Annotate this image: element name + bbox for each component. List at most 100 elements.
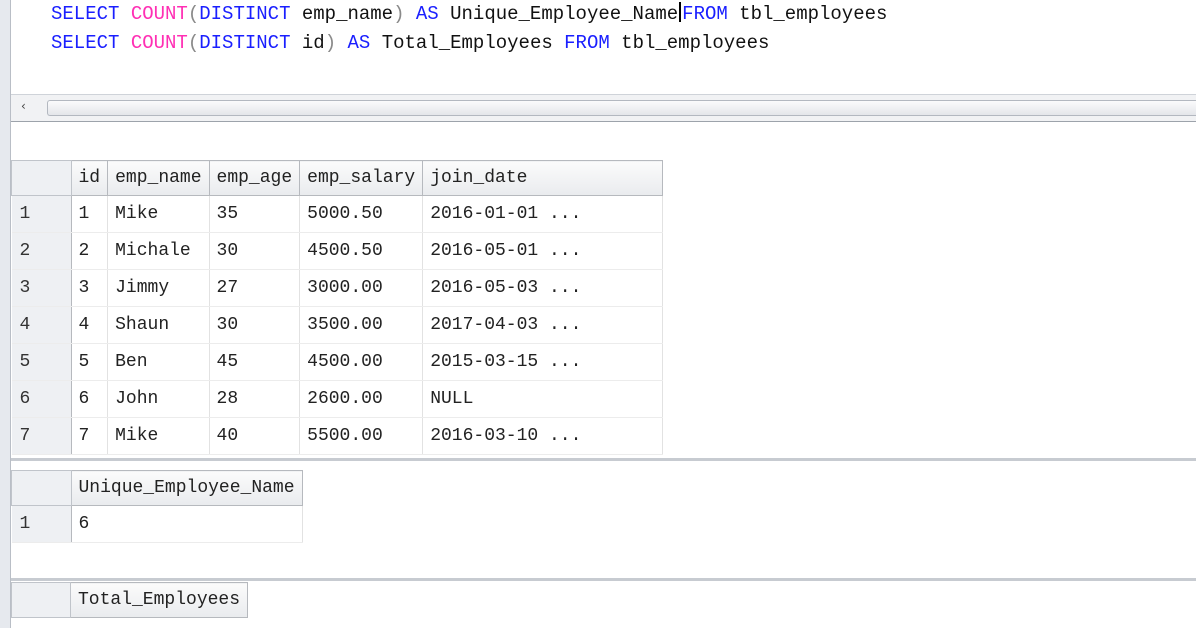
- row-number[interactable]: 1: [11, 195, 72, 233]
- table-row[interactable]: 5 5 Ben 45 4500.00 2015-03-15 ...: [11, 343, 664, 381]
- cell-emp-salary[interactable]: 2600.00: [299, 380, 424, 418]
- corner-cell[interactable]: [11, 582, 71, 618]
- open-paren: (: [187, 3, 200, 25]
- table-row[interactable]: 1 1 Mike 35 5000.50 2016-01-01 ...: [11, 195, 664, 233]
- row-number[interactable]: 2: [11, 232, 72, 270]
- cell-join-date[interactable]: 2016-01-01 ...: [422, 195, 664, 233]
- header-row: id emp_name emp_age emp_salary join_date: [11, 160, 664, 196]
- cell-emp-name[interactable]: Michale: [107, 232, 210, 270]
- corner-cell[interactable]: [11, 160, 72, 196]
- column-header-id[interactable]: id: [70, 160, 109, 196]
- row-number[interactable]: 3: [11, 269, 72, 307]
- cell-emp-age[interactable]: 30: [209, 232, 301, 270]
- grid-splitter[interactable]: [11, 578, 1196, 581]
- result-grid-employees: id emp_name emp_age emp_salary join_date…: [11, 160, 1196, 462]
- cell-unique-employee-name[interactable]: 6: [71, 505, 303, 543]
- row-number[interactable]: 5: [11, 343, 72, 381]
- result-grid-unique-names: Unique_Employee_Name 1 6: [11, 470, 1196, 550]
- column-header-join-date[interactable]: join_date: [422, 160, 664, 196]
- cell-emp-salary[interactable]: 5000.50: [299, 195, 424, 233]
- cell-emp-age[interactable]: 35: [209, 195, 301, 233]
- column-header-total-employees[interactable]: Total_Employees: [69, 582, 249, 618]
- keyword-from: FROM: [564, 32, 610, 54]
- open-paren: (: [187, 32, 200, 54]
- cell-emp-name[interactable]: Shaun: [107, 306, 210, 344]
- query-editor[interactable]: SELECT COUNT(DISTINCT emp_name) AS Uniqu…: [11, 0, 1196, 94]
- grid-splitter[interactable]: [11, 458, 1196, 461]
- result-table-unique-names: Unique_Employee_Name 1 6: [11, 470, 303, 543]
- cell-emp-salary[interactable]: 5500.00: [299, 417, 424, 455]
- table-name: tbl_employees: [727, 3, 888, 25]
- table-row[interactable]: 6 6 John 28 2600.00 NULL: [11, 380, 664, 418]
- keyword-as: AS: [347, 32, 371, 54]
- cell-id[interactable]: 5: [71, 343, 109, 381]
- keyword-from: FROM: [682, 3, 728, 25]
- cell-emp-age[interactable]: 40: [209, 417, 301, 455]
- keyword-select: SELECT: [51, 3, 120, 25]
- close-paren: ): [324, 32, 337, 54]
- header-row: Total_Employees: [11, 582, 249, 618]
- cell-id[interactable]: 7: [71, 417, 109, 455]
- cell-id[interactable]: 2: [71, 232, 109, 270]
- editor-margin: [0, 0, 11, 628]
- cell-id[interactable]: 1: [71, 195, 109, 233]
- scrollbar-thumb[interactable]: [47, 100, 1196, 116]
- row-number[interactable]: 6: [11, 380, 72, 418]
- table-row[interactable]: 7 7 Mike 40 5500.00 2016-03-10 ...: [11, 417, 664, 455]
- result-table-employees: id emp_name emp_age emp_salary join_date…: [11, 160, 664, 455]
- cell-emp-salary[interactable]: 4500.00: [299, 343, 424, 381]
- cell-join-date[interactable]: 2016-03-10 ...: [422, 417, 664, 455]
- text-caret: [679, 2, 682, 22]
- horizontal-scrollbar[interactable]: ‹: [11, 94, 1196, 122]
- cell-id[interactable]: 3: [71, 269, 109, 307]
- table-row[interactable]: 1 6: [11, 505, 303, 543]
- results-pane: id emp_name emp_age emp_salary join_date…: [11, 122, 1196, 628]
- column-name: emp_name: [290, 3, 394, 25]
- table-row[interactable]: 2 2 Michale 30 4500.50 2016-05-01 ...: [11, 232, 664, 270]
- cell-emp-name[interactable]: Mike: [107, 195, 210, 233]
- cell-emp-salary[interactable]: 3000.00: [299, 269, 424, 307]
- result-grid-total-employees: Total_Employees: [11, 582, 1196, 628]
- row-number[interactable]: 4: [11, 306, 72, 344]
- cell-join-date[interactable]: 2017-04-03 ...: [422, 306, 664, 344]
- column-header-emp-name[interactable]: emp_name: [107, 160, 210, 196]
- column-header-emp-salary[interactable]: emp_salary: [299, 160, 424, 196]
- keyword-distinct: DISTINCT: [199, 32, 291, 54]
- row-number[interactable]: 7: [11, 417, 72, 455]
- query-line-1[interactable]: SELECT COUNT(DISTINCT emp_name) AS Uniqu…: [51, 2, 887, 25]
- column-name: id: [290, 32, 325, 54]
- table-name: tbl_employees: [609, 32, 770, 54]
- function-count: COUNT: [130, 32, 188, 54]
- keyword-select: SELECT: [51, 32, 120, 54]
- column-header-unique-employee-name[interactable]: Unique_Employee_Name: [70, 470, 303, 506]
- cell-emp-name[interactable]: Jimmy: [107, 269, 210, 307]
- cell-join-date[interactable]: 2016-05-03 ...: [422, 269, 664, 307]
- cell-id[interactable]: 4: [71, 306, 109, 344]
- result-table-total-employees: Total_Employees: [11, 582, 249, 618]
- cell-join-date[interactable]: 2015-03-15 ...: [422, 343, 664, 381]
- corner-cell[interactable]: [11, 470, 72, 506]
- alias-name: Total_Employees: [370, 32, 553, 54]
- cell-emp-name[interactable]: John: [107, 380, 210, 418]
- cell-join-date[interactable]: NULL: [422, 380, 664, 418]
- cell-emp-name[interactable]: Ben: [107, 343, 210, 381]
- function-count: COUNT: [130, 3, 188, 25]
- cell-emp-age[interactable]: 28: [209, 380, 301, 418]
- row-number[interactable]: 1: [11, 505, 72, 543]
- cell-emp-salary[interactable]: 3500.00: [299, 306, 424, 344]
- keyword-as: AS: [415, 3, 439, 25]
- cell-join-date[interactable]: 2016-05-01 ...: [422, 232, 664, 270]
- cell-emp-age[interactable]: 27: [209, 269, 301, 307]
- cell-id[interactable]: 6: [71, 380, 109, 418]
- column-header-emp-age[interactable]: emp_age: [208, 160, 301, 196]
- cell-emp-age[interactable]: 45: [209, 343, 301, 381]
- cell-emp-age[interactable]: 30: [209, 306, 301, 344]
- header-row: Unique_Employee_Name: [11, 470, 303, 506]
- query-line-2[interactable]: SELECT COUNT(DISTINCT id) AS Total_Emplo…: [51, 32, 769, 54]
- table-row[interactable]: 3 3 Jimmy 27 3000.00 2016-05-03 ...: [11, 269, 664, 307]
- table-row[interactable]: 4 4 Shaun 30 3500.00 2017-04-03 ...: [11, 306, 664, 344]
- close-paren: ): [393, 3, 405, 25]
- cell-emp-name[interactable]: Mike: [107, 417, 210, 455]
- cell-emp-salary[interactable]: 4500.50: [299, 232, 424, 270]
- scroll-left-icon[interactable]: ‹: [21, 99, 26, 113]
